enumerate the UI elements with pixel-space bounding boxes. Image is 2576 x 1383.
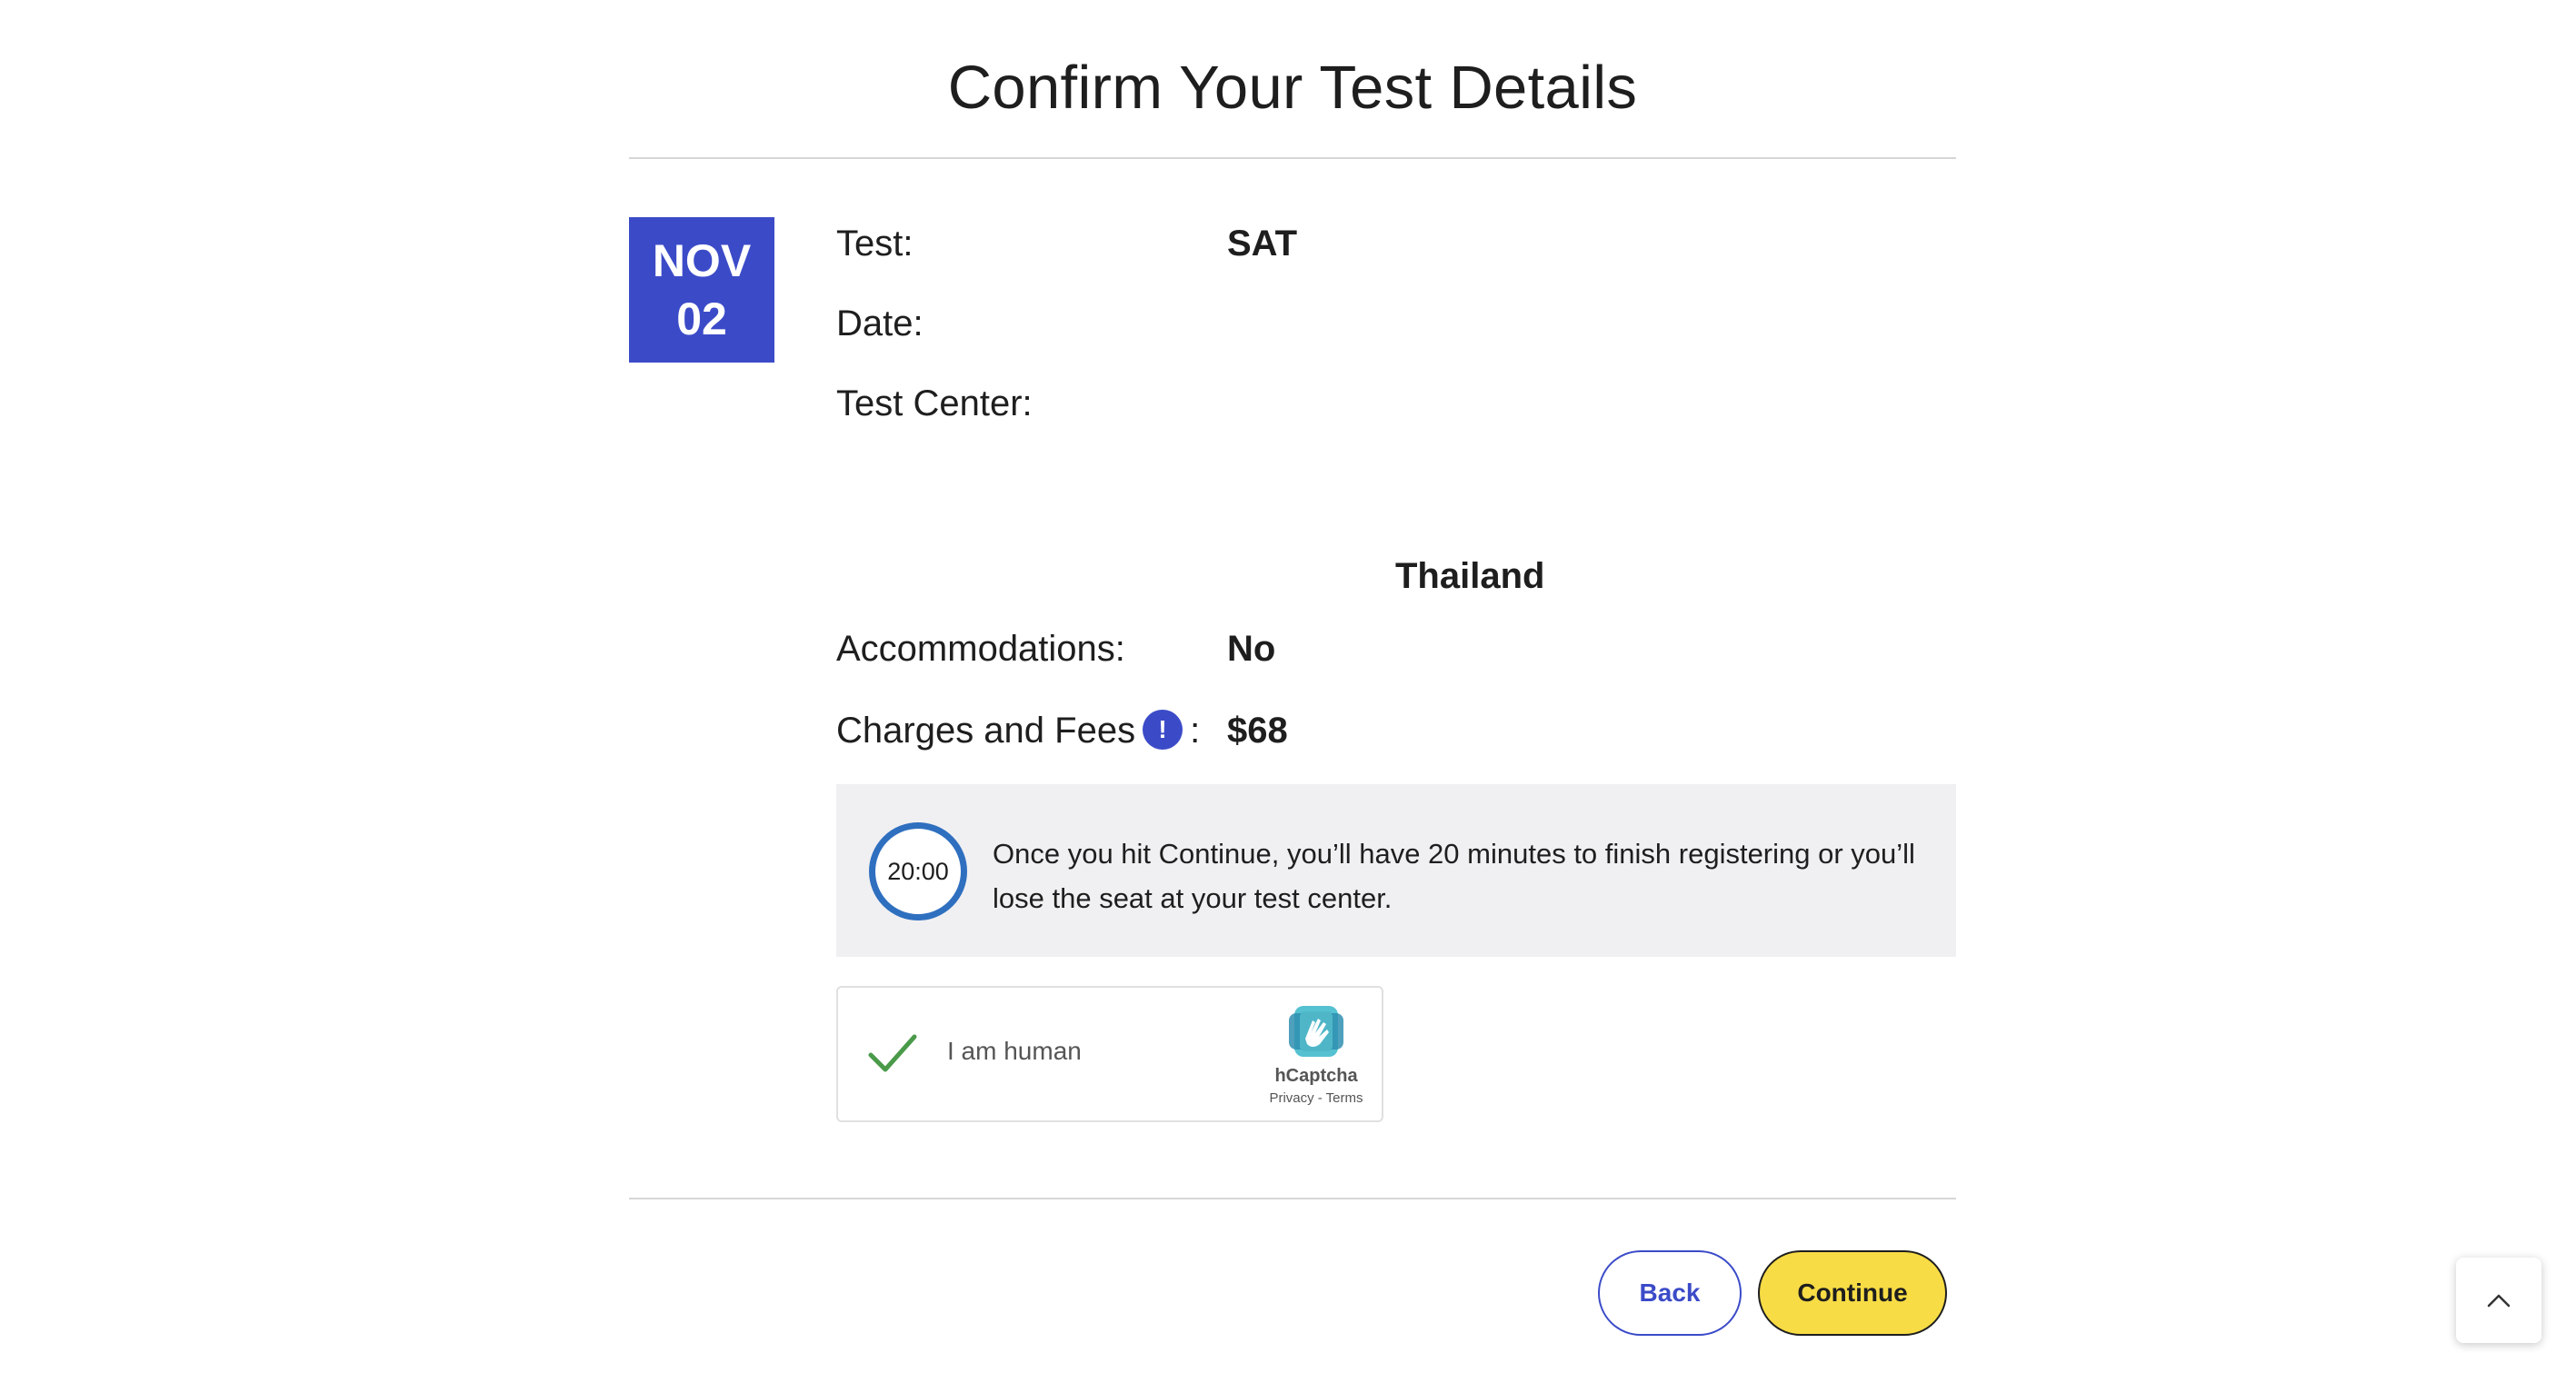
page-title: Confirm Your Test Details: [947, 54, 1638, 122]
charges-fees-colon: :: [1190, 711, 1201, 751]
footer-divider: [629, 1198, 1956, 1199]
charges-fees-value: $68: [1227, 711, 1288, 751]
hcaptcha-widget[interactable]: I am human hCaptcha Privacy - Terms: [836, 986, 1383, 1122]
timer-notice-panel: 20:00 Once you hit Continue, you’ll have…: [836, 784, 1956, 957]
info-icon[interactable]: !: [1143, 710, 1183, 751]
charges-fees-label-group: Charges and Fees!:: [836, 710, 1201, 751]
test-center-label: Test Center:: [836, 383, 1033, 423]
timer-notice-text: Once you hit Continue, you’ll have 20 mi…: [993, 838, 1915, 914]
test-center-country: Thailand: [1395, 556, 1545, 596]
continue-button[interactable]: Continue: [1758, 1250, 1947, 1336]
accommodations-label: Accommodations:: [836, 629, 1125, 669]
test-value: SAT: [1227, 224, 1298, 264]
chevron-up-icon: [2487, 1294, 2511, 1308]
checkmark-icon[interactable]: [867, 1031, 918, 1075]
charges-fees-label: Charges and Fees: [836, 711, 1136, 751]
date-badge-day: 02: [676, 294, 727, 344]
header-divider: [629, 157, 1956, 159]
accommodations-value: No: [1227, 629, 1276, 669]
date-badge-month: NOV: [652, 235, 752, 286]
test-label: Test:: [836, 224, 914, 264]
scroll-to-top-button[interactable]: [2456, 1258, 2541, 1343]
date-label: Date:: [836, 303, 924, 343]
date-badge: NOV 02: [629, 217, 774, 363]
countdown-timer-icon: 20:00: [869, 822, 967, 920]
hcaptcha-logo-icon: [1289, 1006, 1343, 1057]
back-button[interactable]: Back: [1598, 1250, 1742, 1336]
countdown-timer-value: 20:00: [887, 857, 949, 885]
captcha-privacy-terms-links[interactable]: Privacy - Terms: [1256, 1090, 1376, 1106]
captcha-label: I am human: [947, 1037, 1082, 1065]
captcha-brand: hCaptcha: [1274, 1066, 1358, 1086]
